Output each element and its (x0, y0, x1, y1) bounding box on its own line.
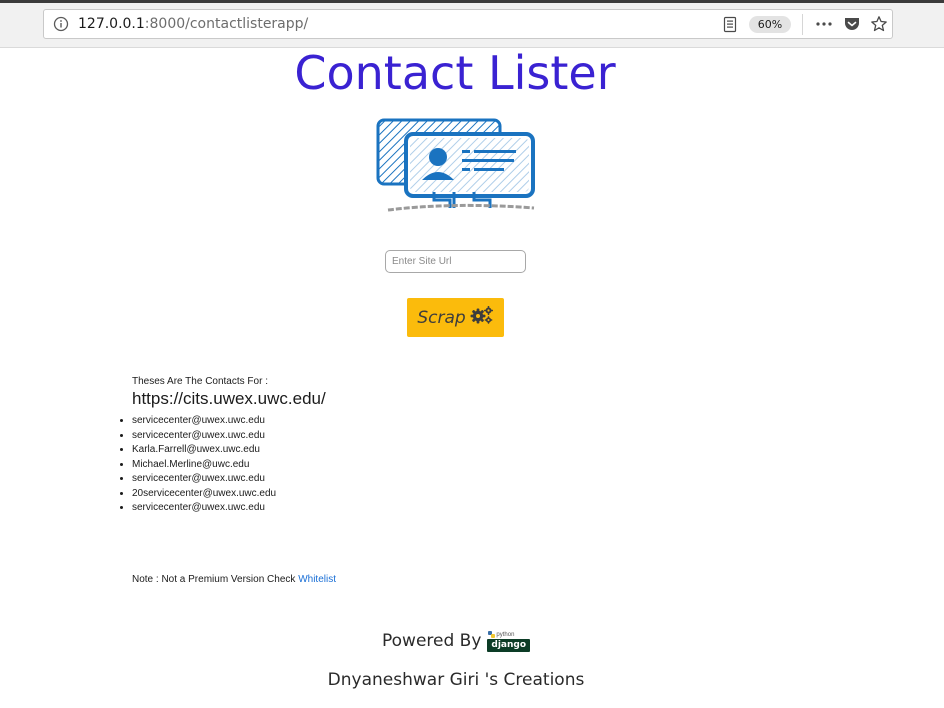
page-title: Contact Lister (294, 46, 616, 100)
address-bar-divider (802, 14, 803, 35)
powered-by: Powered By python django (382, 627, 531, 655)
results-heading: Theses Are The Contacts For : (132, 376, 268, 387)
reader-view-icon[interactable] (722, 16, 738, 38)
scrap-button-label: Scrap (417, 307, 466, 328)
url-host: 127.0.0.1 (78, 16, 145, 32)
premium-note: Note : Not a Premium Version Check White… (132, 574, 336, 586)
gears-icon (470, 305, 494, 330)
pocket-icon[interactable] (843, 15, 861, 38)
python-icon (488, 631, 496, 638)
contact-item: 20servicecenter@uwex.uwc.edu (132, 487, 276, 502)
premium-note-text: Note : Not a Premium Version Check (132, 574, 299, 585)
more-dots-icon[interactable] (815, 17, 833, 36)
django-wordmark: django (487, 639, 531, 652)
star-icon[interactable] (870, 15, 888, 38)
contact-item: servicecenter@uwex.uwc.edu (132, 429, 276, 444)
contact-item: Karla.Farrell@uwex.uwc.edu (132, 443, 276, 458)
browser-toolbar: 127.0.0.1:8000/contactlisterapp/ 60% (0, 3, 944, 48)
results-url: https://cits.uwex.uwc.edu/ (132, 389, 326, 408)
site-url-input[interactable] (385, 250, 526, 273)
contact-item: servicecenter@uwex.uwc.edu (132, 501, 276, 516)
address-bar[interactable]: 127.0.0.1:8000/contactlisterapp/ 60% (43, 9, 893, 39)
contact-item: servicecenter@uwex.uwc.edu (132, 472, 276, 487)
scrap-button[interactable]: Scrap (407, 298, 504, 337)
contact-item: Michael.Merline@uwc.edu (132, 458, 276, 473)
url-text[interactable]: 127.0.0.1:8000/contactlisterapp/ (78, 16, 308, 33)
python-text: python (496, 631, 515, 638)
python-logo: python (487, 630, 514, 639)
django-logo: python django (487, 630, 531, 652)
footer-credit: Dnyaneshwar Giri 's Creations (327, 670, 585, 690)
whitelist-link[interactable]: Whitelist (298, 574, 336, 585)
contact-list: servicecenter@uwex.uwc.edu servicecenter… (108, 414, 276, 516)
info-icon[interactable] (53, 16, 69, 37)
contact-item: servicecenter@uwex.uwc.edu (132, 414, 276, 429)
url-path: :8000/contactlisterapp/ (144, 16, 309, 32)
powered-by-text: Powered By (382, 631, 482, 651)
contact-card-icon (374, 114, 540, 219)
zoom-level-badge[interactable]: 60% (749, 16, 791, 33)
